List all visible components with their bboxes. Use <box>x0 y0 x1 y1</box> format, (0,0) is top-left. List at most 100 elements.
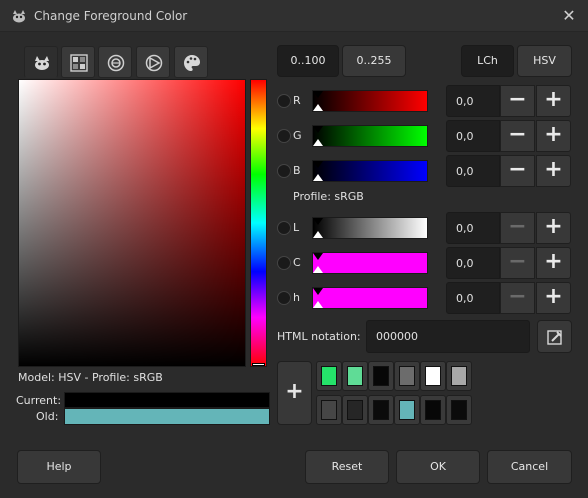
tab-gimp-selector[interactable] <box>24 46 58 78</box>
history-swatch[interactable] <box>316 361 342 391</box>
channel-increment-l[interactable]: + <box>536 212 571 244</box>
add-to-history-button[interactable]: + <box>277 361 312 425</box>
channel-increment-g[interactable]: + <box>536 120 571 152</box>
history-swatch-color <box>373 400 389 420</box>
tab-wheel-selector[interactable] <box>98 46 132 78</box>
model-label: Model: HSV - Profile: sRGB <box>18 371 163 384</box>
channel-increment-h[interactable]: + <box>536 282 571 314</box>
range-255-button[interactable]: 0..255 <box>342 45 406 77</box>
history-swatch-color <box>373 366 389 386</box>
channel-increment-c[interactable]: + <box>536 247 571 279</box>
history-swatch-color <box>451 400 467 420</box>
history-swatch-color <box>321 366 337 386</box>
palette-icon <box>184 55 200 71</box>
history-swatch[interactable] <box>342 395 368 425</box>
history-swatch-color <box>347 400 363 420</box>
html-notation-input[interactable] <box>366 320 530 353</box>
channel-decrement-l[interactable]: − <box>500 212 535 244</box>
channel-slider-l[interactable] <box>312 217 428 239</box>
hue-strip[interactable] <box>250 79 267 367</box>
channel-slider-g[interactable] <box>312 125 428 147</box>
channel-radio-l[interactable] <box>277 221 291 235</box>
channel-decrement-h[interactable]: − <box>500 282 535 314</box>
gimp-icon <box>13 10 25 23</box>
slider-handle-top <box>313 253 323 260</box>
html-notation-label: HTML notation: <box>277 330 361 343</box>
channel-value-r[interactable]: 0,0 <box>446 85 500 117</box>
channel-radio-h[interactable] <box>277 291 291 305</box>
slider-handle[interactable] <box>313 139 323 146</box>
channel-value-g[interactable]: 0,0 <box>446 120 500 152</box>
history-swatch-color <box>321 400 337 420</box>
cancel-button[interactable]: Cancel <box>487 450 572 484</box>
saturation-value-area[interactable] <box>18 79 246 367</box>
channel-value-h[interactable]: 0,0 <box>446 282 500 314</box>
history-swatch[interactable] <box>342 361 368 391</box>
color-picker-button[interactable] <box>537 320 572 353</box>
eyedropper-icon <box>546 330 562 345</box>
history-swatch[interactable] <box>420 395 446 425</box>
channel-slider-r[interactable] <box>312 90 428 112</box>
channel-label-r: R <box>293 94 301 107</box>
close-button[interactable]: ✕ <box>560 7 578 25</box>
channel-decrement-r[interactable]: − <box>500 85 535 117</box>
ok-button[interactable]: OK <box>396 450 480 484</box>
wilber-icon <box>35 56 49 70</box>
reset-button[interactable]: Reset <box>305 450 389 484</box>
channel-radio-g[interactable] <box>277 129 291 143</box>
color-wheel-icon <box>107 54 125 72</box>
history-swatch[interactable] <box>394 361 420 391</box>
tab-triangle-selector[interactable] <box>136 46 170 78</box>
tab-cmyk-selector[interactable] <box>61 46 95 78</box>
slider-handle[interactable] <box>313 231 323 238</box>
old-color-swatch[interactable] <box>64 408 270 425</box>
old-label: Old: <box>36 410 59 423</box>
channel-radio-b[interactable] <box>277 164 291 178</box>
current-label: Current: <box>16 394 62 407</box>
channel-radio-c[interactable] <box>277 256 291 270</box>
channel-decrement-c[interactable]: − <box>500 247 535 279</box>
history-swatch-color <box>425 366 441 386</box>
lch-button[interactable]: LCh <box>461 45 514 77</box>
history-swatch[interactable] <box>446 395 472 425</box>
current-color-swatch <box>64 392 270 408</box>
channel-slider-b[interactable] <box>312 160 428 182</box>
slider-handle-top <box>313 161 323 168</box>
channel-label-b: B <box>293 164 301 177</box>
channel-slider-c[interactable] <box>312 252 428 274</box>
profile-label: Profile: sRGB <box>293 190 364 203</box>
range-100-button[interactable]: 0..100 <box>277 45 339 77</box>
tab-palette-selector[interactable] <box>174 46 208 78</box>
channel-decrement-g[interactable]: − <box>500 120 535 152</box>
slider-handle-top <box>313 126 323 133</box>
slider-handle[interactable] <box>313 104 323 111</box>
slider-handle-top <box>313 91 323 98</box>
channel-increment-b[interactable]: + <box>536 155 571 187</box>
history-swatch[interactable] <box>368 361 394 391</box>
slider-handle[interactable] <box>313 301 323 308</box>
channel-slider-h[interactable] <box>312 287 428 309</box>
channel-decrement-b[interactable]: − <box>500 155 535 187</box>
channel-radio-r[interactable] <box>277 94 291 108</box>
hsv-button[interactable]: HSV <box>517 45 572 77</box>
history-swatch-color <box>399 400 415 420</box>
help-button[interactable]: Help <box>17 450 101 484</box>
history-swatch[interactable] <box>420 361 446 391</box>
slider-handle[interactable] <box>313 266 323 273</box>
channel-value-l[interactable]: 0,0 <box>446 212 500 244</box>
channel-value-b[interactable]: 0,0 <box>446 155 500 187</box>
hue-marker[interactable] <box>252 363 265 366</box>
history-swatch[interactable] <box>316 395 342 425</box>
channel-label-c: C <box>293 256 301 269</box>
history-swatch[interactable] <box>394 395 420 425</box>
cmyk-icon <box>70 54 88 72</box>
slider-handle[interactable] <box>313 174 323 181</box>
channel-label-h: h <box>293 291 300 304</box>
history-swatch[interactable] <box>446 361 472 391</box>
slider-handle-top <box>313 218 323 225</box>
channel-value-c[interactable]: 0,0 <box>446 247 500 279</box>
history-swatch[interactable] <box>368 395 394 425</box>
channel-label-g: G <box>293 129 302 142</box>
slider-handle-top <box>313 288 323 295</box>
channel-increment-r[interactable]: + <box>536 85 571 117</box>
